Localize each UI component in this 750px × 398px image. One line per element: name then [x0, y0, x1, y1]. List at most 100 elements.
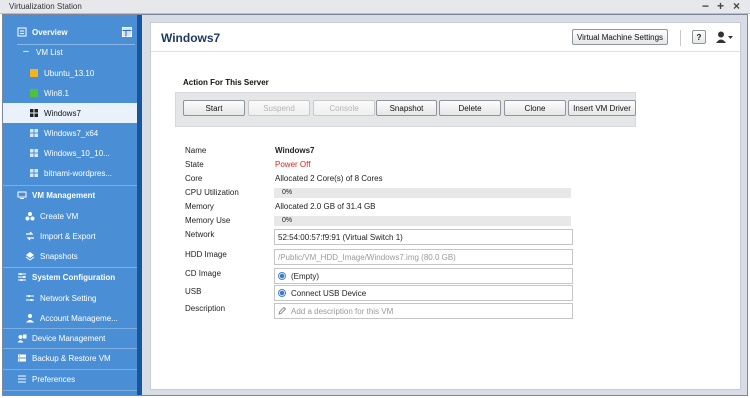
cd-image-value: (Empty) — [291, 271, 319, 281]
sidebar-item-label: Preferences — [32, 374, 76, 384]
sidebar-item-vm-management[interactable]: VM Management — [3, 185, 137, 205]
state-label: State — [185, 160, 204, 169]
user-icon — [26, 314, 34, 323]
sidebar-item-vm-ubuntu[interactable]: Ubuntu_13.10 — [3, 63, 137, 83]
sidebar-item-system-configuration[interactable]: System Configuration — [3, 267, 137, 287]
sidebar-item-create-vm[interactable]: Create VM — [3, 206, 137, 226]
cd-image-label: CD Image — [185, 269, 222, 278]
section-title: Action For This Server — [183, 78, 269, 87]
vm-management-icon — [17, 191, 27, 199]
sidebar-item-overview[interactable]: Overview — [3, 22, 137, 42]
sidebar-item-label: Backup & Restore VM — [32, 353, 111, 363]
console-button[interactable]: Console — [313, 100, 375, 116]
sidebar-item-label: bitnami-wordpres... — [44, 168, 113, 178]
name-label: Name — [185, 146, 207, 155]
usb-label: USB — [185, 287, 202, 296]
memory-label: Memory — [185, 202, 214, 211]
snapshot-button[interactable]: Snapshot — [376, 100, 437, 116]
sidebar-item-vm-list[interactable]: − VM List — [3, 42, 137, 62]
sidebar-item-label: Network Setting — [40, 293, 97, 303]
close-icon[interactable]: × — [733, 0, 740, 13]
cpu-utilization-bar: 0% — [274, 188, 571, 198]
cd-image-field[interactable]: (Empty) — [274, 268, 573, 284]
description-field[interactable]: Add a description for this VM — [274, 303, 573, 319]
network-icon — [26, 295, 34, 301]
sidebar-item-label: Ubuntu_13.10 — [44, 68, 95, 78]
sidebar-item-label: Device Management — [32, 333, 106, 343]
sidebar-item-label: Win8.1 — [44, 88, 69, 98]
usb-icon — [278, 289, 286, 297]
windows-icon — [30, 109, 38, 117]
sidebar-item-account-management[interactable]: Account Manageme... — [3, 308, 137, 328]
dashboard-icon[interactable] — [122, 27, 132, 37]
memory-use-bar: 0% — [274, 216, 571, 226]
start-button[interactable]: Start — [183, 100, 245, 116]
app-frame: Overview − VM List Ubuntu_13.10 Win8.1 W… — [2, 14, 748, 396]
sidebar-item-preferences[interactable]: Preferences — [3, 369, 137, 389]
description-label: Description — [185, 304, 226, 313]
usb-value: Connect USB Device — [291, 288, 367, 298]
insert-vm-driver-button[interactable]: Insert VM Driver — [568, 100, 636, 116]
name-value: Windows7 — [275, 146, 315, 155]
window-title: Virtualization Station — [9, 2, 82, 11]
overview-icon — [17, 27, 27, 37]
sidebar-item-label: Overview — [32, 27, 68, 37]
user-menu-icon[interactable] — [716, 31, 734, 43]
sidebar-item-import-export[interactable]: Import & Export — [3, 226, 137, 246]
windows-icon — [30, 149, 38, 157]
memory-value: Allocated 2.0 GB of 31.4 GB — [275, 202, 376, 211]
minus-collapse-icon: − — [22, 46, 30, 58]
sidebar-item-vm-bitnami[interactable]: bitnami-wordpres... — [3, 163, 137, 183]
core-label: Core — [185, 174, 203, 183]
sidebar-item-vm-windows10[interactable]: Windows_10_10... — [3, 143, 137, 163]
sidebar-item-label: Windows7 — [44, 108, 81, 118]
preferences-icon — [18, 375, 26, 383]
create-vm-icon — [25, 212, 35, 221]
core-value: Allocated 2 Core(s) of 8 Cores — [275, 174, 383, 183]
sidebar-item-label: VM List — [36, 47, 63, 57]
sidebar-item-label: Account Manageme... — [40, 313, 118, 323]
vm-detail-panel: Windows7 Virtual Machine Settings ? Acti… — [150, 22, 741, 390]
sidebar-item-label: Create VM — [40, 211, 79, 221]
sidebar-item-vm-windows7-x64[interactable]: Windows7_x64 — [3, 123, 137, 143]
sidebar-item-vm-windows7[interactable]: Windows7 — [3, 103, 137, 123]
network-field: 52:54:00:57:f9:91 (Virtual Switch 1) — [274, 229, 573, 245]
header-divider — [680, 30, 681, 46]
window-titlebar: Virtualization Station − + × — [0, 0, 750, 14]
description-placeholder: Add a description for this VM — [291, 306, 394, 316]
sidebar-item-vm-win81[interactable]: Win8.1 — [3, 83, 137, 103]
sidebar-item-backup-restore[interactable]: Backup & Restore VM — [3, 348, 137, 368]
sidebar-item-device-management[interactable]: Device Management — [3, 328, 137, 348]
delete-button[interactable]: Delete — [439, 100, 501, 116]
sidebar-divider — [3, 390, 137, 391]
vm-running-icon — [30, 89, 38, 97]
state-value: Power Off — [275, 160, 311, 169]
snapshots-icon — [25, 252, 35, 261]
sidebar-item-label: Windows_10_10... — [44, 148, 110, 158]
maximize-icon[interactable]: + — [717, 0, 724, 13]
network-label: Network — [185, 230, 215, 239]
clone-button[interactable]: Clone — [504, 100, 566, 116]
sidebar-item-label: VM Management — [32, 190, 96, 200]
sidebar-item-label: Windows7_x64 — [44, 128, 99, 138]
hdd-image-field: /Public/VM_HDD_Image/Windows7.img (80.0 … — [274, 249, 573, 265]
device-icon — [17, 334, 27, 343]
disc-icon — [278, 272, 286, 280]
suspend-button[interactable]: Suspend — [248, 100, 310, 116]
sidebar-item-snapshots[interactable]: Snapshots — [3, 246, 137, 266]
sidebar-item-network-setting[interactable]: Network Setting — [3, 288, 137, 308]
minimize-icon[interactable]: − — [702, 0, 709, 13]
sidebar-item-label: Import & Export — [40, 231, 96, 241]
help-button[interactable]: ? — [692, 30, 706, 44]
panel-header: Windows7 Virtual Machine Settings ? — [151, 23, 740, 52]
sidebar: Overview − VM List Ubuntu_13.10 Win8.1 W… — [3, 15, 142, 395]
backup-icon — [18, 354, 26, 362]
memory-use-label: Memory Use — [185, 216, 231, 225]
usb-field[interactable]: Connect USB Device — [274, 285, 573, 301]
vm-stopped-icon — [30, 69, 38, 77]
vm-settings-button[interactable]: Virtual Machine Settings — [572, 29, 668, 45]
windows-icon — [30, 169, 38, 177]
sidebar-item-label: Snapshots — [40, 251, 78, 261]
sidebar-scrollbar[interactable] — [137, 15, 142, 395]
import-export-icon — [26, 231, 34, 241]
